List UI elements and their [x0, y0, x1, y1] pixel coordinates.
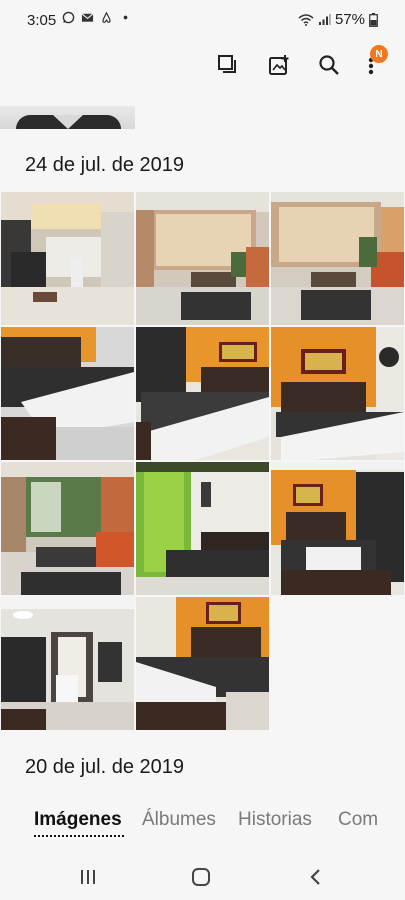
photo-thumbnail[interactable] [1, 597, 134, 730]
notification-icons [62, 11, 132, 24]
add-story-icon[interactable] [266, 52, 292, 78]
tab-shared[interactable]: Com [338, 809, 378, 831]
home-icon[interactable] [189, 865, 213, 889]
notification-badge: N [370, 45, 388, 63]
battery-percent: 57% [334, 11, 365, 28]
tab-images[interactable]: Imágenes [34, 809, 122, 831]
photo-thumbnail[interactable] [1, 462, 134, 595]
gallery-tabs: Imágenes Álbumes Historias Com [0, 805, 405, 845]
signal-icon [318, 14, 331, 25]
photo-thumbnail[interactable] [271, 192, 404, 325]
status-right: 57% [298, 11, 378, 28]
system-nav-bar [0, 855, 405, 900]
date-header: 24 de jul. de 2019 [25, 154, 185, 176]
battery-icon [369, 12, 378, 27]
status-bar: 3:05 57% [0, 0, 405, 40]
active-tab-indicator [34, 835, 124, 837]
photo-thumbnail[interactable] [136, 597, 269, 730]
dot-icon [123, 15, 128, 20]
whatsapp-icon [62, 11, 75, 24]
status-time: 3:05 [27, 12, 57, 29]
tab-stories[interactable]: Historias [238, 809, 312, 831]
tab-albums[interactable]: Álbumes [142, 809, 216, 831]
photo-thumbnail[interactable] [271, 462, 404, 595]
back-icon[interactable] [303, 865, 327, 889]
recent-apps-icon[interactable] [76, 865, 100, 889]
wifi-icon [298, 14, 314, 26]
photo-thumbnail[interactable] [1, 327, 134, 460]
gallery-toolbar [0, 45, 405, 85]
photo-thumbnail[interactable] [136, 327, 269, 460]
photo-thumbnail[interactable] [136, 192, 269, 325]
photo-thumbnail[interactable] [0, 106, 135, 129]
date-header: 20 de jul. de 2019 [25, 756, 185, 778]
photo-thumbnail[interactable] [271, 327, 404, 460]
select-icon[interactable] [215, 52, 241, 78]
airbnb-icon [102, 11, 111, 23]
photo-thumbnail[interactable] [136, 462, 269, 595]
photo-thumbnail[interactable] [1, 192, 134, 325]
mail-icon [81, 13, 94, 22]
search-icon[interactable] [316, 52, 342, 78]
